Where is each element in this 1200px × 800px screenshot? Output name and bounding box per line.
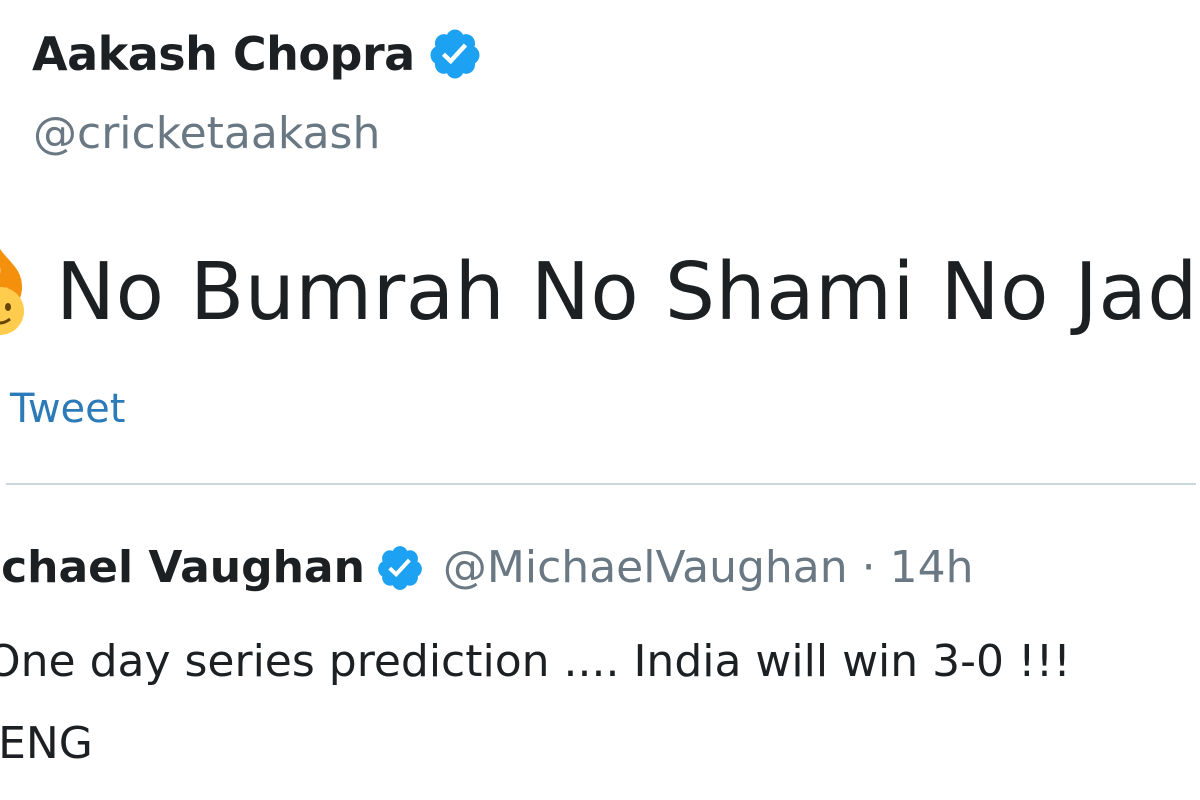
- quoted-author-handle[interactable]: @MichaelVaughan: [443, 542, 848, 593]
- quoted-timestamp[interactable]: 14h: [890, 542, 974, 593]
- separator-dot: ·: [861, 542, 876, 593]
- tweet-link[interactable]: Tweet: [10, 386, 125, 432]
- quoted-tweet-text: One day series prediction .... India wil…: [0, 636, 1071, 687]
- author-name[interactable]: Aakash Chopra: [32, 27, 415, 81]
- quoted-tweet-hashtag[interactable]: 'ENG: [0, 718, 93, 769]
- tweet-body: No Bumrah No Shami No Jad: [0, 246, 1198, 338]
- verified-badge-icon: [375, 543, 425, 593]
- author-header: Aakash Chopra: [32, 26, 483, 82]
- fire-face-emoji-icon: [0, 247, 28, 337]
- divider: [6, 483, 1196, 485]
- tweet-text: No Bumrah No Shami No Jad: [56, 246, 1198, 338]
- author-handle[interactable]: @cricketaakash: [33, 108, 380, 159]
- quoted-author-name[interactable]: ichael Vaughan: [0, 542, 365, 593]
- verified-badge-icon: [427, 26, 483, 82]
- quoted-tweet-header: ichael Vaughan @MichaelVaughan · 14h: [0, 542, 974, 593]
